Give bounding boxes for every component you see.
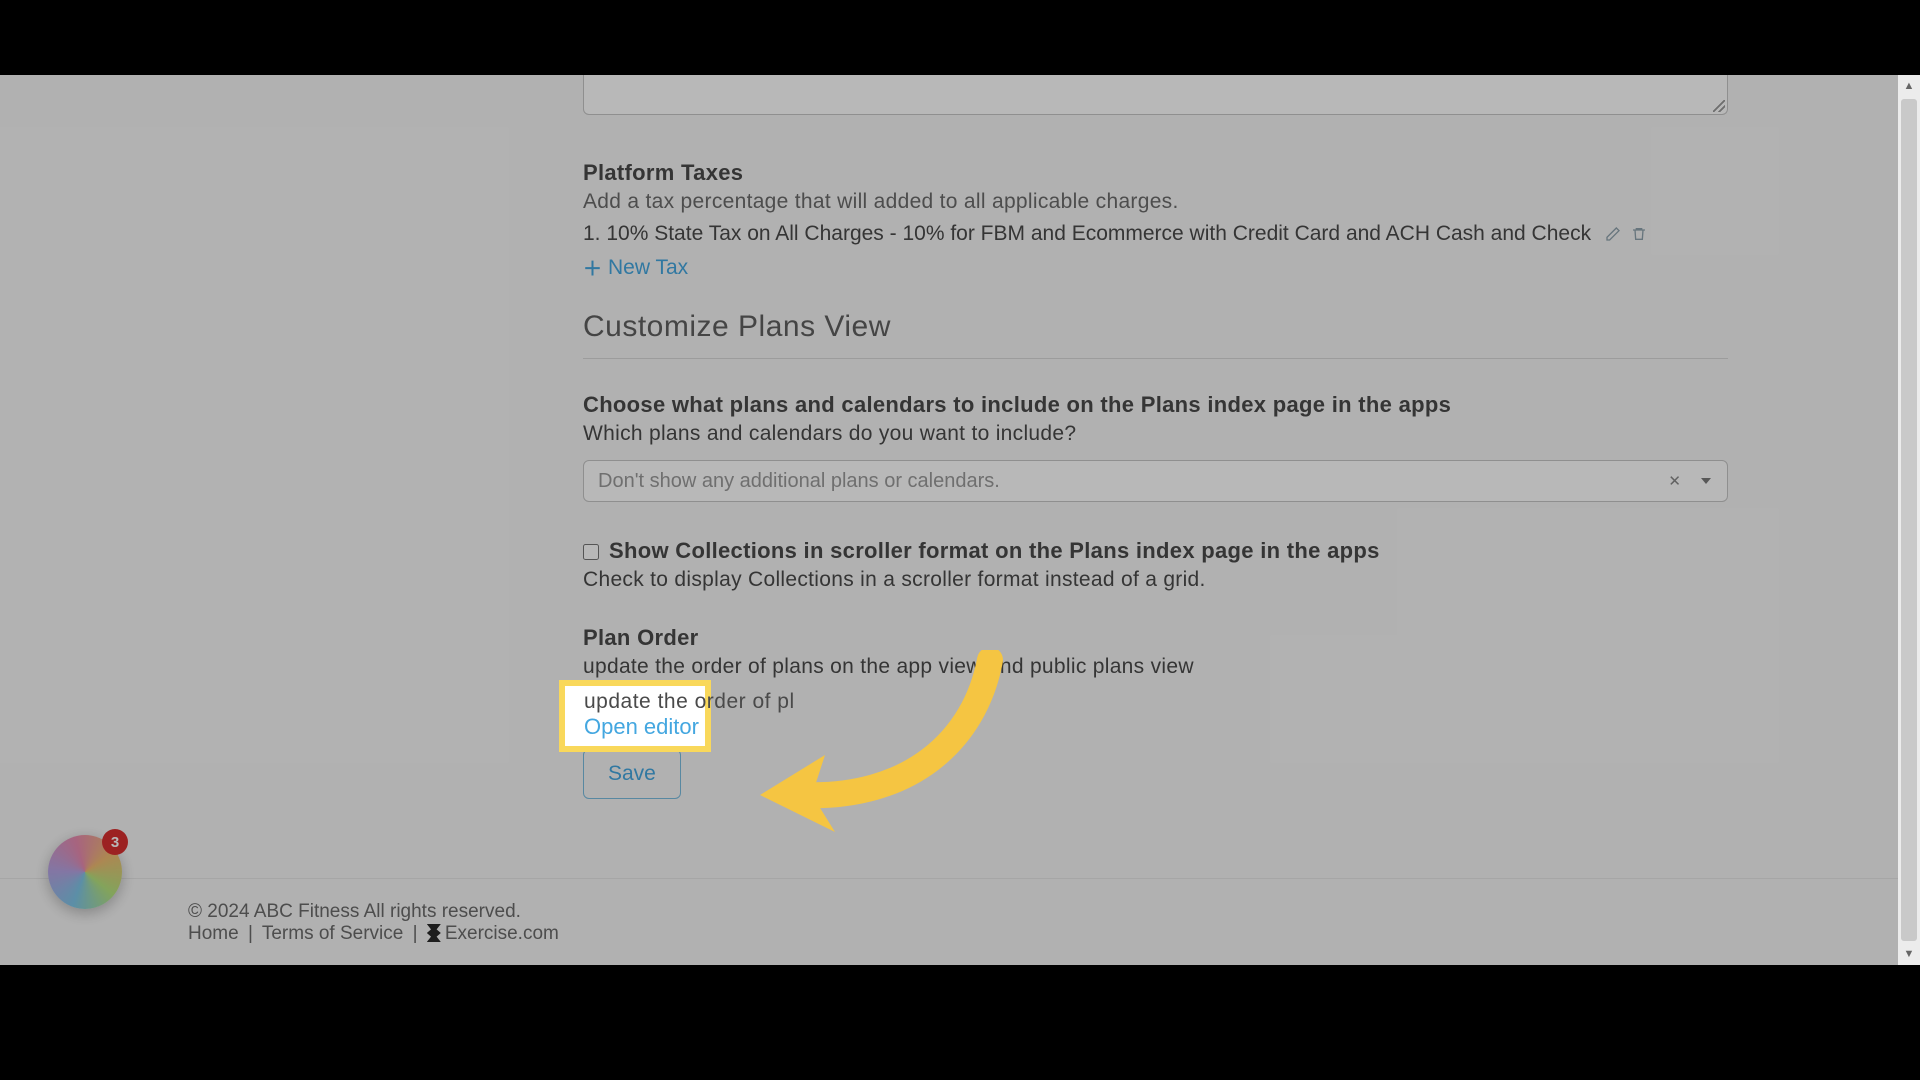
customize-plans-section: Customize Plans View	[583, 310, 1728, 359]
chevron-down-icon[interactable]	[1701, 478, 1711, 484]
show-collections-label: Show Collections in scroller format on t…	[609, 538, 1380, 563]
footer-sep: |	[248, 923, 253, 944]
footer-copyright: © 2024 ABC Fitness All rights reserved.	[188, 901, 559, 923]
scrollbar[interactable]: ▲ ▼	[1898, 75, 1920, 965]
show-collections-checkbox[interactable]	[583, 544, 599, 560]
clear-icon[interactable]: ✕	[1668, 472, 1681, 490]
new-tax-label: New Tax	[608, 256, 688, 280]
chat-badge: 3	[102, 829, 128, 855]
tax-row: 1. 10% State Tax on All Charges - 10% fo…	[583, 222, 1728, 246]
platform-taxes-section: Platform Taxes Add a tax percentage that…	[583, 160, 1728, 281]
tutorial-spotlight: update the order of pl Open editor	[559, 680, 711, 752]
scroll-down-icon[interactable]: ▼	[1898, 943, 1920, 965]
pencil-icon[interactable]	[1605, 226, 1621, 242]
footer-divider	[0, 878, 1900, 879]
resize-grip-icon[interactable]	[1713, 100, 1725, 112]
page-footer: © 2024 ABC Fitness All rights reserved. …	[188, 901, 559, 945]
trash-icon[interactable]	[1631, 226, 1647, 242]
save-button[interactable]: Save	[583, 749, 681, 799]
platform-taxes-helper: Add a tax percentage that will added to …	[583, 190, 1728, 214]
description-textarea[interactable]	[583, 75, 1728, 115]
footer-exercise-link[interactable]: Exercise.com	[445, 923, 559, 944]
plan-order-heading: Plan Order	[583, 625, 1728, 651]
section-rule	[583, 358, 1728, 359]
footer-home-link[interactable]: Home	[188, 923, 239, 944]
footer-terms-link[interactable]: Terms of Service	[262, 923, 403, 944]
footer-sep: |	[413, 923, 418, 944]
include-plans-heading: Choose what plans and calendars to inclu…	[583, 392, 1728, 418]
tax-row-text: 1. 10% State Tax on All Charges - 10% fo…	[583, 222, 1591, 246]
show-collections-helper: Check to display Collections in a scroll…	[583, 568, 1728, 592]
plans-select[interactable]: Don't show any additional plans or calen…	[583, 460, 1728, 502]
include-plans-setting: Choose what plans and calendars to inclu…	[583, 392, 1728, 502]
scroll-up-icon[interactable]: ▲	[1898, 75, 1920, 97]
platform-taxes-heading: Platform Taxes	[583, 160, 1728, 186]
plan-order-helper: update the order of plans on the app vie…	[583, 655, 1728, 679]
include-plans-helper: Which plans and calendars do you want to…	[583, 422, 1728, 446]
scrollbar-thumb[interactable]	[1901, 99, 1917, 941]
customize-plans-title: Customize Plans View	[583, 310, 1728, 344]
plus-icon: ＋	[583, 254, 602, 281]
chat-bubble-button[interactable]: 3	[48, 835, 122, 909]
show-collections-setting: Show Collections in scroller format on t…	[583, 538, 1728, 592]
spotlight-partial-text: update the order of pl	[584, 690, 884, 714]
spotlight-open-editor-link[interactable]: Open editor	[584, 714, 705, 740]
exercise-logo-icon	[427, 924, 441, 942]
app-viewport: Platform Taxes Add a tax percentage that…	[0, 75, 1920, 965]
new-tax-link[interactable]: ＋ New Tax	[583, 254, 688, 281]
plans-select-placeholder: Don't show any additional plans or calen…	[598, 470, 1000, 493]
